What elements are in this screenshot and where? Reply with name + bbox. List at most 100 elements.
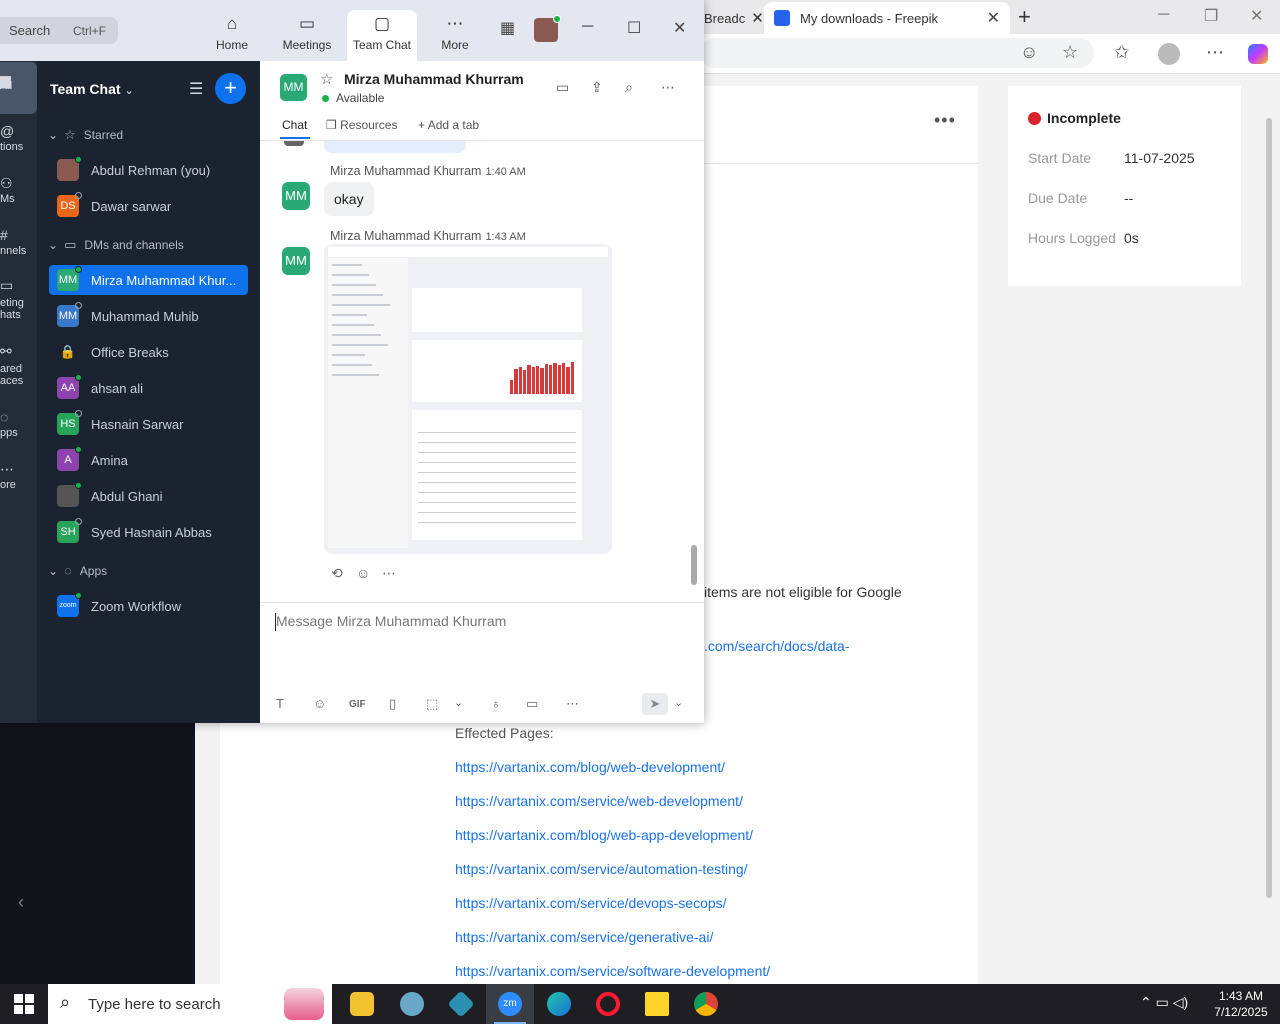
video-message-icon[interactable]: ▭ bbox=[526, 696, 538, 712]
calendar-icon[interactable]: ▦ bbox=[500, 18, 515, 38]
profile-avatar-icon[interactable] bbox=[1158, 43, 1180, 65]
close-icon[interactable]: ✕ bbox=[751, 9, 764, 27]
sidebar-item-contact[interactable]: SH Syed Hasnain Abbas bbox=[49, 517, 248, 547]
file-explorer-icon[interactable] bbox=[338, 984, 386, 1024]
emoji-icon[interactable]: ☺ bbox=[313, 696, 326, 711]
message-input[interactable]: Message Mirza Muhammad Khurram bbox=[276, 613, 506, 629]
close-icon[interactable]: ✕ bbox=[987, 8, 1000, 28]
video-call-icon[interactable]: ▭ bbox=[556, 79, 569, 96]
sticky-notes-icon[interactable] bbox=[633, 984, 681, 1024]
effected-page-link[interactable]: https://vartanix.com/service/automation-… bbox=[455, 861, 748, 877]
zoom-search-input[interactable]: Search Ctrl+F bbox=[0, 17, 118, 44]
rail-item-meeting-chats[interactable]: ▭ eting hats bbox=[0, 279, 37, 321]
maximize-icon[interactable]: ☐ bbox=[627, 18, 641, 38]
tab-meetings[interactable]: ▭ Meetings bbox=[272, 10, 342, 61]
system-tray[interactable]: ⌃ ▭ ◁) bbox=[1140, 994, 1188, 1011]
effected-page-link[interactable]: https://vartanix.com/service/devops-seco… bbox=[455, 895, 727, 911]
more-options-icon[interactable]: ⋯ bbox=[566, 696, 579, 712]
rail-item-more[interactable]: ⋯ ore bbox=[0, 461, 37, 491]
new-chat-button[interactable]: + bbox=[215, 73, 246, 104]
minimize-icon[interactable]: ─ bbox=[1158, 6, 1169, 24]
tab-team-chat[interactable]: ▢ Team Chat bbox=[347, 10, 417, 61]
sidebar-item-contact[interactable]: MM Muhammad Muhib bbox=[49, 301, 248, 331]
windows-start-icon[interactable] bbox=[14, 994, 34, 1014]
new-tab-icon[interactable]: + bbox=[1018, 4, 1031, 30]
emoji-icon[interactable]: ☺ bbox=[356, 565, 370, 581]
effected-page-link[interactable]: https://vartanix.com/service/web-develop… bbox=[455, 793, 743, 809]
send-button[interactable]: ➤ bbox=[642, 693, 668, 715]
chevron-down-icon[interactable]: ⌄ bbox=[454, 696, 463, 709]
sidebar-title[interactable]: Team Chat ⌄ bbox=[50, 81, 134, 97]
sidebar-item-contact[interactable]: Abdul Rehman (you) bbox=[49, 155, 248, 185]
format-text-icon[interactable]: T bbox=[276, 696, 284, 711]
avatar[interactable] bbox=[534, 15, 561, 42]
favorite-star-icon[interactable]: ☆ bbox=[1062, 42, 1078, 63]
effected-page-link[interactable]: https://vartanix.com/service/software-de… bbox=[455, 963, 770, 979]
zoom-app-icon[interactable]: zm bbox=[486, 984, 534, 1024]
minimize-icon[interactable]: ─ bbox=[582, 18, 593, 36]
reply-icon[interactable]: ⟲ bbox=[331, 565, 343, 582]
rail-item-channels[interactable]: # nnels bbox=[0, 227, 37, 257]
sidebar-item-contact[interactable]: Abdul Ghani bbox=[49, 481, 248, 511]
tab-add[interactable]: + Add a tab bbox=[418, 118, 479, 132]
rail-item-all[interactable]: ▆ All bbox=[0, 62, 37, 114]
share-screen-icon[interactable]: ⇪ bbox=[591, 79, 603, 96]
tab-chat[interactable]: Chat bbox=[282, 118, 307, 132]
tab-more[interactable]: ⋯ More bbox=[420, 10, 490, 61]
edge-icon[interactable] bbox=[535, 984, 583, 1024]
tab-home[interactable]: ⌂ Home bbox=[197, 10, 267, 61]
sidebar-item-contact[interactable]: DS Dawar sarwar bbox=[49, 191, 248, 221]
browser-tab-freepik[interactable]: My downloads - Freepik ✕ bbox=[764, 2, 1010, 34]
avatar[interactable]: MM bbox=[282, 247, 310, 275]
chevron-left-icon[interactable]: ‹ bbox=[18, 892, 24, 913]
rail-item-mentions[interactable]: @ tions bbox=[0, 123, 37, 153]
star-icon[interactable]: ☆ bbox=[320, 70, 333, 88]
paint-app-icon[interactable] bbox=[388, 984, 436, 1024]
section-apps[interactable]: ⌄ ◌ Apps bbox=[48, 563, 107, 578]
taskbar-search-input[interactable]: ⌕ Type here to search bbox=[48, 984, 332, 1024]
avatar[interactable]: MM bbox=[282, 182, 310, 210]
settings-more-icon[interactable]: ⋯ bbox=[1206, 42, 1224, 63]
sidebar-item-contact[interactable]: A Amina bbox=[49, 445, 248, 475]
effected-page-link[interactable]: https://vartanix.com/blog/web-developmen… bbox=[455, 759, 725, 775]
browser-tab-breadcrumb[interactable]: Breadc ✕ bbox=[700, 2, 764, 34]
gif-icon[interactable]: GIF bbox=[349, 699, 366, 710]
chevron-down-icon[interactable]: ⌄ bbox=[674, 696, 683, 709]
restore-icon[interactable]: ❐ bbox=[1204, 6, 1218, 26]
close-icon[interactable]: ✕ bbox=[673, 18, 686, 38]
page-scrollbar[interactable] bbox=[1266, 118, 1272, 898]
chat-contact-name[interactable]: Mirza Muhammad Khurram bbox=[344, 71, 524, 87]
sidebar-item-contact[interactable]: 🔒 Office Breaks bbox=[49, 337, 248, 367]
screenshot-attachment[interactable] bbox=[324, 244, 612, 554]
more-options-icon[interactable]: ••• bbox=[934, 110, 956, 131]
copilot-icon[interactable] bbox=[1248, 44, 1268, 64]
system-clock[interactable]: 1:43 AM 7/12/2025 bbox=[1206, 988, 1276, 1020]
rail-item-shared-spaces[interactable]: ⚯ ared aces bbox=[0, 345, 37, 387]
docs-link[interactable]: .com/search/docs/data- bbox=[704, 638, 850, 654]
section-starred[interactable]: ⌄ ☆ Starred bbox=[48, 127, 123, 143]
rail-item-dms[interactable]: ⚇ Ms bbox=[0, 175, 37, 205]
filter-icon[interactable]: ☰ bbox=[189, 79, 203, 99]
rail-item-apps[interactable]: ◌ pps bbox=[0, 409, 37, 439]
microphone-icon[interactable]: ♁ bbox=[491, 696, 501, 711]
chat-scrollbar[interactable] bbox=[691, 545, 697, 585]
opera-icon[interactable] bbox=[584, 984, 632, 1024]
app-icon[interactable] bbox=[437, 984, 485, 1024]
sidebar-item-contact[interactable]: zoom Zoom Workflow bbox=[49, 591, 248, 621]
file-icon[interactable]: ▯ bbox=[389, 696, 396, 712]
more-options-icon[interactable]: ⋯ bbox=[661, 79, 675, 96]
section-dms[interactable]: ⌄ ▭ DMs and channels bbox=[48, 237, 184, 253]
screenshot-icon[interactable]: ⬚ bbox=[426, 696, 438, 712]
reader-icon[interactable]: ☺ bbox=[1020, 42, 1038, 63]
sidebar-item-contact[interactable]: HS Hasnain Sarwar bbox=[49, 409, 248, 439]
more-options-icon[interactable]: ⋯ bbox=[382, 565, 396, 582]
effected-page-link[interactable]: https://vartanix.com/service/generative-… bbox=[455, 929, 713, 945]
chrome-icon[interactable] bbox=[682, 984, 730, 1024]
search-icon[interactable]: ⌕ bbox=[625, 79, 633, 96]
effected-page-link[interactable]: https://vartanix.com/blog/web-app-develo… bbox=[455, 827, 753, 843]
avatar[interactable]: MM bbox=[280, 74, 307, 101]
message-bubble[interactable]: okay bbox=[324, 182, 374, 216]
sidebar-item-contact[interactable]: MM Mirza Muhammad Khur... bbox=[49, 265, 248, 295]
close-icon[interactable]: ✕ bbox=[1250, 6, 1263, 26]
sidebar-item-contact[interactable]: AA ahsan ali bbox=[49, 373, 248, 403]
